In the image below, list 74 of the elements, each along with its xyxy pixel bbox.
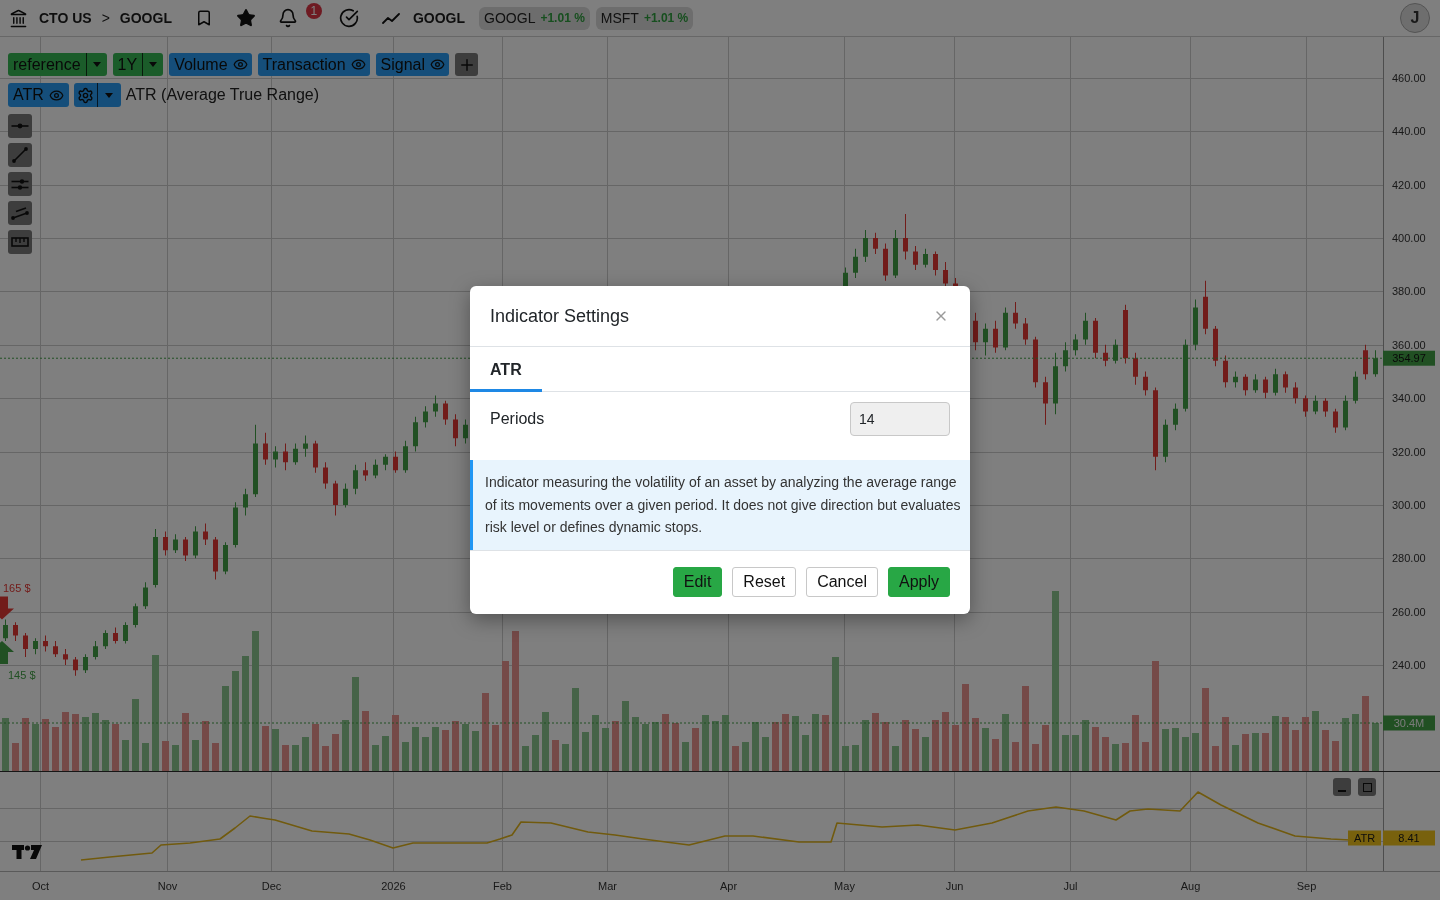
price-axis-label: 240.00 bbox=[1392, 658, 1426, 671]
dialog-tab[interactable]: ATR bbox=[470, 347, 542, 393]
primary-button[interactable]: Edit bbox=[672, 566, 723, 597]
time-axis-label: Dec bbox=[261, 880, 282, 892]
time-axis-label: Feb bbox=[493, 880, 512, 892]
ticker-change: +1.01 % bbox=[540, 11, 585, 25]
price-axis-label: 360.00 bbox=[1392, 338, 1426, 351]
breadcrumb-link[interactable]: CTO US bbox=[39, 10, 92, 26]
maximize-button[interactable] bbox=[1358, 778, 1376, 796]
trend-line-icon bbox=[12, 147, 28, 163]
logo-icon bbox=[12, 845, 42, 859]
price-axis-label: 460.00 bbox=[1392, 72, 1426, 84]
price-axis-label: 420.00 bbox=[1392, 178, 1426, 191]
minimize-icon bbox=[1338, 789, 1346, 792]
primary-button[interactable]: Apply bbox=[887, 566, 950, 597]
trade-price-label: 165 $ bbox=[3, 581, 31, 594]
layer-toggle[interactable]: Signal bbox=[375, 53, 450, 76]
dropdown-button[interactable]: 1Y bbox=[112, 53, 164, 76]
notification-badge: 1 bbox=[305, 3, 322, 19]
time-axis-label: Oct bbox=[31, 880, 50, 892]
caret-icon bbox=[149, 62, 158, 67]
add-button[interactable] bbox=[455, 53, 479, 76]
price-axis-label: 260.00 bbox=[1392, 605, 1426, 618]
check-circle-icon[interactable] bbox=[338, 8, 359, 28]
horizontal-lines-icon bbox=[11, 178, 29, 190]
price-axis-label: 340.00 bbox=[1392, 392, 1426, 405]
breadcrumb-current: GOOGL bbox=[119, 10, 172, 26]
gear-icon bbox=[76, 86, 94, 104]
time-axis-label: Jun bbox=[945, 880, 964, 892]
indicator-toggle[interactable]: ATR bbox=[8, 83, 69, 107]
price-axis-label: 280.00 bbox=[1392, 552, 1426, 565]
layer-toggle[interactable]: Volume bbox=[169, 53, 252, 76]
price-axis-label: 300.00 bbox=[1392, 498, 1426, 511]
time-axis-label: Apr bbox=[719, 880, 738, 892]
field-label: Periods bbox=[490, 410, 545, 429]
bell-icon[interactable] bbox=[277, 8, 298, 28]
time-axis-label: May bbox=[834, 880, 855, 892]
info-note: Indicator measuring the volatility of an asset by analyzing the average range of its movements over a given period. It does not give direction but evaluates risk level or defines dynamic stops. bbox=[470, 460, 970, 550]
symbol-label: GOOGL bbox=[412, 10, 466, 26]
price-axis-label: 440.00 bbox=[1392, 125, 1426, 138]
horizontal-line-icon bbox=[11, 123, 29, 129]
layer-toggle[interactable]: Transaction bbox=[257, 53, 370, 76]
time-axis-label: Mar bbox=[598, 880, 617, 892]
ticker-change: +1.01 % bbox=[643, 11, 689, 25]
time-axis-label: Nov bbox=[157, 880, 178, 892]
ruler-icon bbox=[11, 237, 29, 247]
price-axis-label: 320.00 bbox=[1392, 445, 1426, 458]
ticker-symbol: MSFT bbox=[600, 10, 639, 26]
dropdown-button[interactable]: reference bbox=[8, 53, 107, 76]
input-field[interactable]: 14 bbox=[850, 402, 950, 437]
time-axis-label: Aug bbox=[1180, 880, 1201, 892]
line-chart-icon[interactable] bbox=[381, 12, 400, 24]
breadcrumb-separator: > bbox=[101, 10, 110, 26]
maximize-icon bbox=[1362, 782, 1372, 792]
star-icon[interactable] bbox=[235, 8, 256, 28]
time-axis-label: Sep bbox=[1296, 880, 1317, 892]
price-axis-label: 400.00 bbox=[1392, 232, 1426, 245]
time-axis-label: Jul bbox=[1063, 880, 1078, 892]
minimize-button[interactable] bbox=[1333, 778, 1351, 796]
ticker-symbol: GOOGL bbox=[484, 10, 536, 26]
ticker-chip[interactable]: GOOGL +1.01 % bbox=[479, 6, 590, 30]
indicator-settings-button[interactable] bbox=[73, 83, 121, 107]
secondary-button[interactable]: Cancel bbox=[806, 566, 878, 597]
indicator-title: ATR (Average True Range) bbox=[125, 86, 320, 104]
avatar-button[interactable]: J bbox=[1400, 3, 1430, 33]
caret-icon bbox=[105, 92, 114, 98]
secondary-button[interactable]: Reset bbox=[732, 566, 797, 597]
parallel-lines-icon bbox=[11, 206, 29, 220]
price-axis-label: 380.00 bbox=[1392, 285, 1426, 298]
ticker-chip[interactable]: MSFT +1.01 % bbox=[595, 6, 694, 30]
time-axis-label: 2026 bbox=[381, 880, 406, 892]
bank-icon[interactable] bbox=[9, 8, 28, 28]
caret-icon bbox=[92, 62, 101, 67]
dialog-title: Indicator Settings bbox=[490, 305, 630, 327]
